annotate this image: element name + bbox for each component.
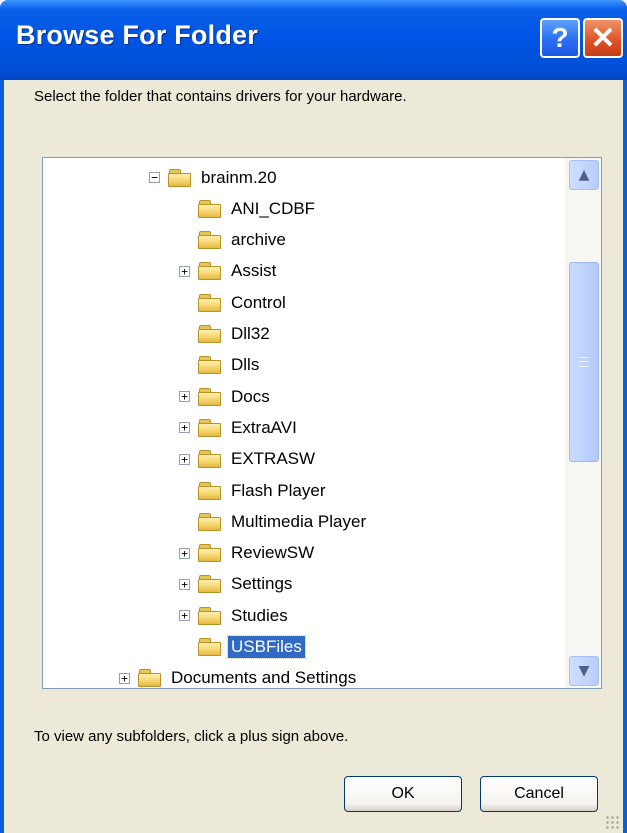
expand-icon[interactable]: + xyxy=(179,453,190,465)
tree-item[interactable]: + Documents and Settings xyxy=(119,663,359,688)
tree-item-label: Multimedia Player xyxy=(231,511,367,531)
folder-icon xyxy=(198,575,222,594)
tree-item[interactable]: Dll32 xyxy=(179,319,273,350)
title-bar[interactable]: Browse For Folder ? ✕ xyxy=(0,0,627,80)
tree-item[interactable]: + EXTRASW xyxy=(179,444,318,475)
resize-grip-icon[interactable] xyxy=(605,815,619,829)
tree-item-label: USBFiles xyxy=(227,635,306,659)
expand-icon[interactable]: + xyxy=(179,391,190,403)
expand-icon[interactable]: + xyxy=(179,610,190,622)
tree-item-label: brainm.20 xyxy=(201,167,277,187)
scroll-thumb[interactable] xyxy=(569,262,599,462)
tree-item[interactable]: Dlls xyxy=(179,350,262,381)
tree-item[interactable]: Control xyxy=(179,287,289,318)
collapse-icon[interactable]: − xyxy=(149,172,160,183)
tree-item[interactable]: ANI_CDBF xyxy=(179,193,318,224)
scroll-up-button[interactable]: ▲ xyxy=(569,160,599,190)
browse-for-folder-dialog: Browse For Folder ? ✕ Select the folder … xyxy=(0,0,627,833)
tree-item-label: Docs xyxy=(231,386,270,406)
folder-icon xyxy=(198,293,222,312)
hint-text: To view any subfolders, click a plus sig… xyxy=(34,728,349,745)
expand-icon[interactable]: + xyxy=(179,422,190,434)
folder-icon xyxy=(198,418,222,437)
folder-icon xyxy=(198,638,222,656)
tree-item-label: EXTRASW xyxy=(231,449,316,469)
tree-item[interactable]: Multimedia Player xyxy=(179,506,369,537)
chevron-up-icon: ▲ xyxy=(578,167,590,183)
folder-icon xyxy=(198,450,222,469)
tree-item[interactable]: − brainm.20 xyxy=(149,162,280,193)
folder-tree-list: − brainm.20 ANI_CDBFarchive + Assist Control D… xyxy=(43,158,567,688)
tree-item[interactable]: + ExtraAVI xyxy=(179,412,300,443)
tree-item-label: Dlls xyxy=(231,355,260,375)
ok-button[interactable]: OK xyxy=(344,776,462,812)
vertical-scrollbar[interactable]: ▲ ▼ xyxy=(566,158,601,688)
folder-icon xyxy=(198,481,222,500)
tree-item-label: Dll32 xyxy=(231,324,270,343)
tree-item-label: Settings xyxy=(231,574,293,594)
close-button[interactable]: ✕ xyxy=(583,18,623,58)
chevron-down-icon: ▼ xyxy=(578,663,590,679)
tree-item-label: archive xyxy=(231,230,286,250)
tree-item[interactable]: archive xyxy=(179,225,289,256)
folder-icon xyxy=(198,387,222,406)
tree-item[interactable]: + ReviewSW xyxy=(179,538,317,569)
tree-item-label: ExtraAVI xyxy=(231,417,297,437)
close-icon: ✕ xyxy=(590,21,616,55)
tree-item-label: Studies xyxy=(231,605,288,625)
folder-icon xyxy=(198,325,222,343)
cancel-button[interactable]: Cancel xyxy=(480,776,598,812)
dialog-title: Browse For Folder xyxy=(16,20,258,50)
tree-item[interactable]: + Docs xyxy=(179,381,273,412)
folder-icon xyxy=(198,606,222,625)
folder-icon xyxy=(138,669,162,688)
help-icon: ? xyxy=(551,22,569,53)
folder-icon xyxy=(198,544,222,563)
folder-icon xyxy=(198,231,222,250)
dialog-body: Select the folder that contains drivers … xyxy=(4,80,623,833)
tree-item[interactable]: + Assist xyxy=(179,256,279,287)
tree-item-label: Assist xyxy=(231,261,277,281)
folder-icon xyxy=(198,262,222,281)
scroll-down-button[interactable]: ▼ xyxy=(569,656,599,686)
tree-item[interactable]: + Settings xyxy=(179,569,295,600)
expand-icon[interactable]: + xyxy=(179,547,190,559)
tree-item[interactable]: Flash Player xyxy=(179,475,328,506)
expand-icon[interactable]: + xyxy=(179,265,190,277)
help-button[interactable]: ? xyxy=(540,18,580,58)
grip-icon xyxy=(579,357,589,367)
folder-tree[interactable]: − brainm.20 ANI_CDBFarchive + Assist Control D… xyxy=(42,157,602,689)
tree-item-label: Flash Player xyxy=(231,480,326,500)
tree-item-label: Documents and Settings xyxy=(171,668,357,688)
tree-item[interactable]: USBFiles xyxy=(179,632,306,663)
folder-icon xyxy=(198,512,222,531)
folder-icon xyxy=(198,199,222,218)
folder-icon xyxy=(168,168,192,187)
instruction-text: Select the folder that contains drivers … xyxy=(34,88,407,105)
tree-item-label: ReviewSW xyxy=(231,543,315,563)
tree-item[interactable]: + Studies xyxy=(179,600,291,631)
tree-item-label: Control xyxy=(231,292,286,312)
expand-icon[interactable]: + xyxy=(119,672,130,684)
expand-icon[interactable]: + xyxy=(179,578,190,590)
tree-item-label: ANI_CDBF xyxy=(231,198,316,218)
folder-icon xyxy=(198,356,222,375)
